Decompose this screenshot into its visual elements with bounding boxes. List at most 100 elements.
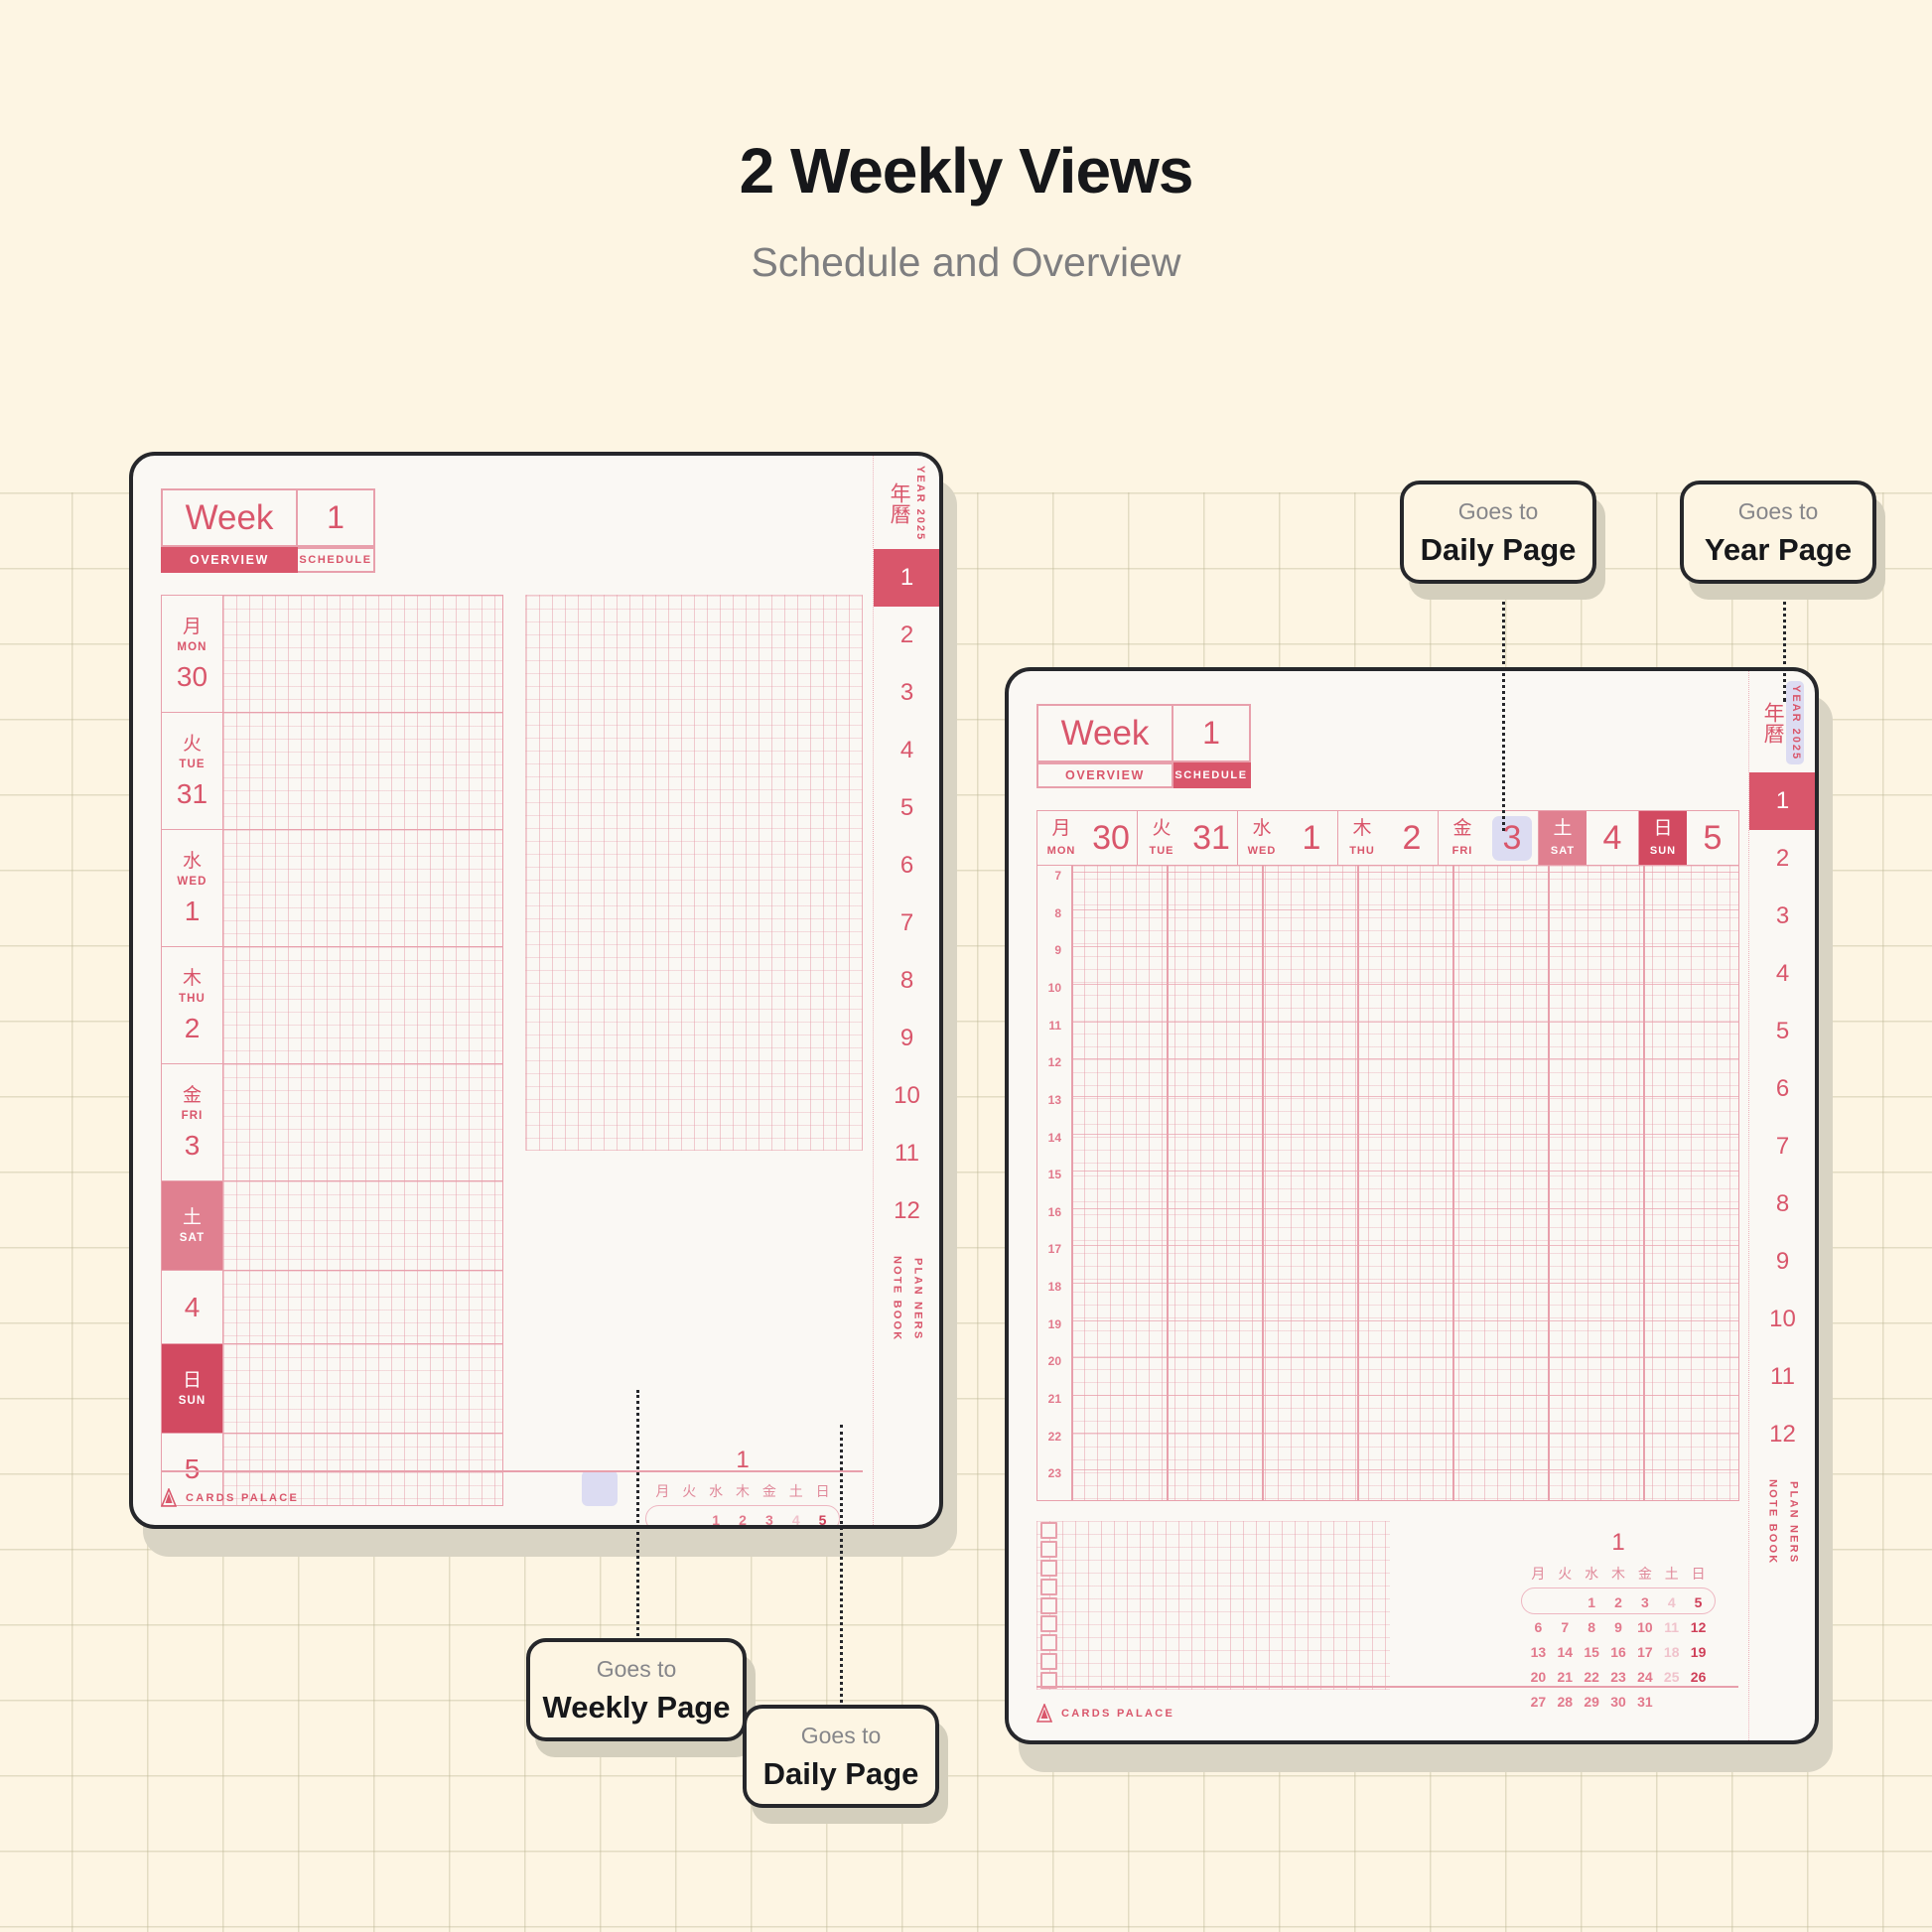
ov-day-row[interactable]: 金 FRI 3 [161, 1063, 503, 1180]
ov-day-writing-area[interactable] [223, 713, 502, 829]
sc-minical-day[interactable]: 14 [1552, 1639, 1579, 1664]
ov-day-writing-area[interactable] [223, 947, 502, 1063]
ov-tab-overview[interactable]: OVERVIEW [161, 547, 298, 573]
sc-checklist-checkbox[interactable] [1040, 1615, 1057, 1633]
sc-sidebar-month-11[interactable]: 11 [1749, 1348, 1815, 1406]
sc-checklist-checkbox[interactable] [1040, 1540, 1057, 1558]
sc-day-header-cell[interactable]: 木 THU 2 [1338, 811, 1439, 865]
sc-sidebar-month-10[interactable]: 10 [1749, 1291, 1815, 1348]
sc-day-number[interactable]: 30 [1085, 811, 1137, 865]
sc-checklist-checkbox[interactable] [1040, 1578, 1057, 1595]
ov-sidebar-month-5[interactable]: 5 [874, 779, 939, 837]
sc-sidebar-month-5[interactable]: 5 [1749, 1003, 1815, 1060]
sc-sidebar-month-8[interactable]: 8 [1749, 1175, 1815, 1233]
ov-day-row[interactable]: 月 MON 30 [161, 595, 503, 712]
ov-day-row[interactable]: 水 WED 1 [161, 829, 503, 946]
sc-sidebar-month-7[interactable]: 7 [1749, 1118, 1815, 1175]
sc-day-number[interactable]: 3 [1486, 811, 1538, 865]
sc-checklist-checkbox[interactable] [1040, 1653, 1057, 1671]
ov-minical-day[interactable]: 2 [730, 1507, 757, 1526]
callout-weekly-bottom[interactable]: Goes to Weekly Page [526, 1638, 756, 1757]
sc-day-number[interactable]: 4 [1587, 811, 1638, 865]
sc-minical-day[interactable]: 3 [1631, 1589, 1658, 1614]
ov-sidebar-year-tab[interactable]: 年曆 YEAR 2025 [874, 456, 939, 549]
ov-day-writing-area[interactable] [223, 1181, 502, 1270]
sc-minical-day[interactable]: 1 [1579, 1589, 1605, 1614]
sc-day-header-cell[interactable]: 月 MON 30 [1037, 811, 1138, 865]
ov-day-row[interactable]: 木 THU 2 [161, 946, 503, 1063]
ov-sidebar-month-10[interactable]: 10 [874, 1067, 939, 1125]
schedule-planner[interactable]: Week 1 OVERVIEW SCHEDULE 月 MON 30 火 TUE 31 水 WE… [1005, 667, 1833, 1772]
ov-day-row[interactable]: 日 SUN [161, 1343, 503, 1433]
ov-minical-day[interactable]: 3 [756, 1507, 782, 1526]
sc-minical-day[interactable]: 12 [1685, 1614, 1712, 1639]
sc-minical-day[interactable]: 16 [1605, 1639, 1632, 1664]
ov-day-row[interactable]: 土 SAT [161, 1180, 503, 1270]
sc-minical-day[interactable]: 9 [1605, 1614, 1632, 1639]
sc-minical-day[interactable]: 11 [1658, 1614, 1685, 1639]
ov-sidebar-month-6[interactable]: 6 [874, 837, 939, 895]
sc-minical-day[interactable]: 10 [1631, 1614, 1658, 1639]
ov-day-writing-area[interactable] [223, 1064, 502, 1180]
callout-daily-bottom[interactable]: Goes to Daily Page [743, 1705, 948, 1824]
ov-sidebar-month-7[interactable]: 7 [874, 895, 939, 952]
ov-sidebar-month-11[interactable]: 11 [874, 1125, 939, 1182]
sc-tab-overview[interactable]: OVERVIEW [1036, 762, 1173, 788]
ov-day-row-number[interactable]: 4 [161, 1270, 503, 1343]
sc-day-number[interactable]: 5 [1687, 811, 1738, 865]
ov-day-writing-area[interactable] [223, 830, 502, 946]
sc-hour-writing-area[interactable] [1071, 866, 1738, 1500]
sc-sidebar-month-6[interactable]: 6 [1749, 1060, 1815, 1118]
ov-sidebar[interactable]: 年曆 YEAR 2025 1 2 3 4 5 6 7 8 9 10 11 12 NOTE BOOK PLAN … [873, 456, 939, 1525]
sc-day-header-cell[interactable]: 日 SUN 5 [1639, 811, 1738, 865]
ov-day-writing-area[interactable] [223, 1344, 502, 1433]
sc-minical-day[interactable]: 15 [1579, 1639, 1605, 1664]
sc-minical-day[interactable]: 29 [1579, 1689, 1605, 1714]
sc-sidebar-month-9[interactable]: 9 [1749, 1233, 1815, 1291]
ov-label-notebook[interactable]: NOTE BOOK [890, 1256, 904, 1341]
sc-minical-day[interactable]: 30 [1605, 1689, 1632, 1714]
ov-notes-panel[interactable] [525, 595, 863, 1151]
ov-day-row[interactable]: 火 TUE 31 [161, 712, 503, 829]
ov-day-writing-area[interactable] [223, 1271, 502, 1343]
ov-minical-day[interactable]: 4 [782, 1507, 809, 1526]
sc-minical-day[interactable]: 8 [1579, 1614, 1605, 1639]
sc-sidebar-month-1[interactable]: 1 [1749, 772, 1815, 831]
sc-minical-day[interactable]: 19 [1685, 1639, 1712, 1664]
sc-minical-day[interactable]: 18 [1658, 1639, 1685, 1664]
ov-sidebar-month-4[interactable]: 4 [874, 722, 939, 779]
sc-minical-day[interactable]: 17 [1631, 1639, 1658, 1664]
sc-minical-day[interactable]: 27 [1525, 1689, 1552, 1714]
sc-checklist-checkbox[interactable] [1040, 1596, 1057, 1614]
ov-tab-schedule[interactable]: SCHEDULE [298, 547, 375, 573]
ov-sidebar-month-9[interactable]: 9 [874, 1010, 939, 1067]
ov-mini-calendar[interactable]: 1月火水木金土日..123456789101112131415161718192… [582, 1449, 840, 1526]
sc-tab-schedule[interactable]: SCHEDULE [1173, 762, 1251, 788]
ov-sidebar-month-3[interactable]: 3 [874, 664, 939, 722]
sc-day-number[interactable]: 2 [1386, 811, 1438, 865]
sc-minical-day[interactable]: 7 [1552, 1614, 1579, 1639]
ov-sidebar-month-2[interactable]: 2 [874, 607, 939, 664]
callout-year-top[interactable]: Goes to Year Page [1680, 481, 1885, 600]
sc-sidebar-month-2[interactable]: 2 [1749, 830, 1815, 888]
sc-checklist-panel[interactable] [1036, 1521, 1390, 1690]
sc-checklist-checkbox[interactable] [1040, 1522, 1057, 1539]
ov-sidebar-month-8[interactable]: 8 [874, 952, 939, 1010]
sc-day-header-cell[interactable]: 土 SAT 4 [1539, 811, 1639, 865]
sc-sidebar-month-3[interactable]: 3 [1749, 888, 1815, 945]
sc-minical-day[interactable]: 6 [1525, 1614, 1552, 1639]
ov-minical-day[interactable]: 5 [809, 1507, 836, 1526]
ov-label-planners[interactable]: PLAN NERS [910, 1256, 925, 1341]
sc-day-header-cell[interactable]: 金 FRI 3 [1439, 811, 1539, 865]
callout-daily-top[interactable]: Goes to Daily Page [1400, 481, 1605, 600]
sc-minical-day[interactable]: 28 [1552, 1689, 1579, 1714]
sc-minical-day[interactable]: 31 [1631, 1689, 1658, 1714]
ov-minical-day[interactable]: 1 [703, 1507, 730, 1526]
overview-planner[interactable]: Week 1 OVERVIEW SCHEDULE 月 MON 30 火 TUE 31 水 WE… [129, 452, 957, 1557]
sc-minical-day[interactable]: 4 [1658, 1589, 1685, 1614]
sc-hour-grid[interactable]: 7 8 9 10 11 12 13 14 15 16 17 18 19 20 21 22 23 [1036, 866, 1739, 1501]
sc-checklist-checkbox[interactable] [1040, 1634, 1057, 1652]
sc-day-number[interactable]: 31 [1185, 811, 1237, 865]
sc-day-header-cell[interactable]: 火 TUE 31 [1138, 811, 1238, 865]
sc-sidebar-month-4[interactable]: 4 [1749, 945, 1815, 1003]
